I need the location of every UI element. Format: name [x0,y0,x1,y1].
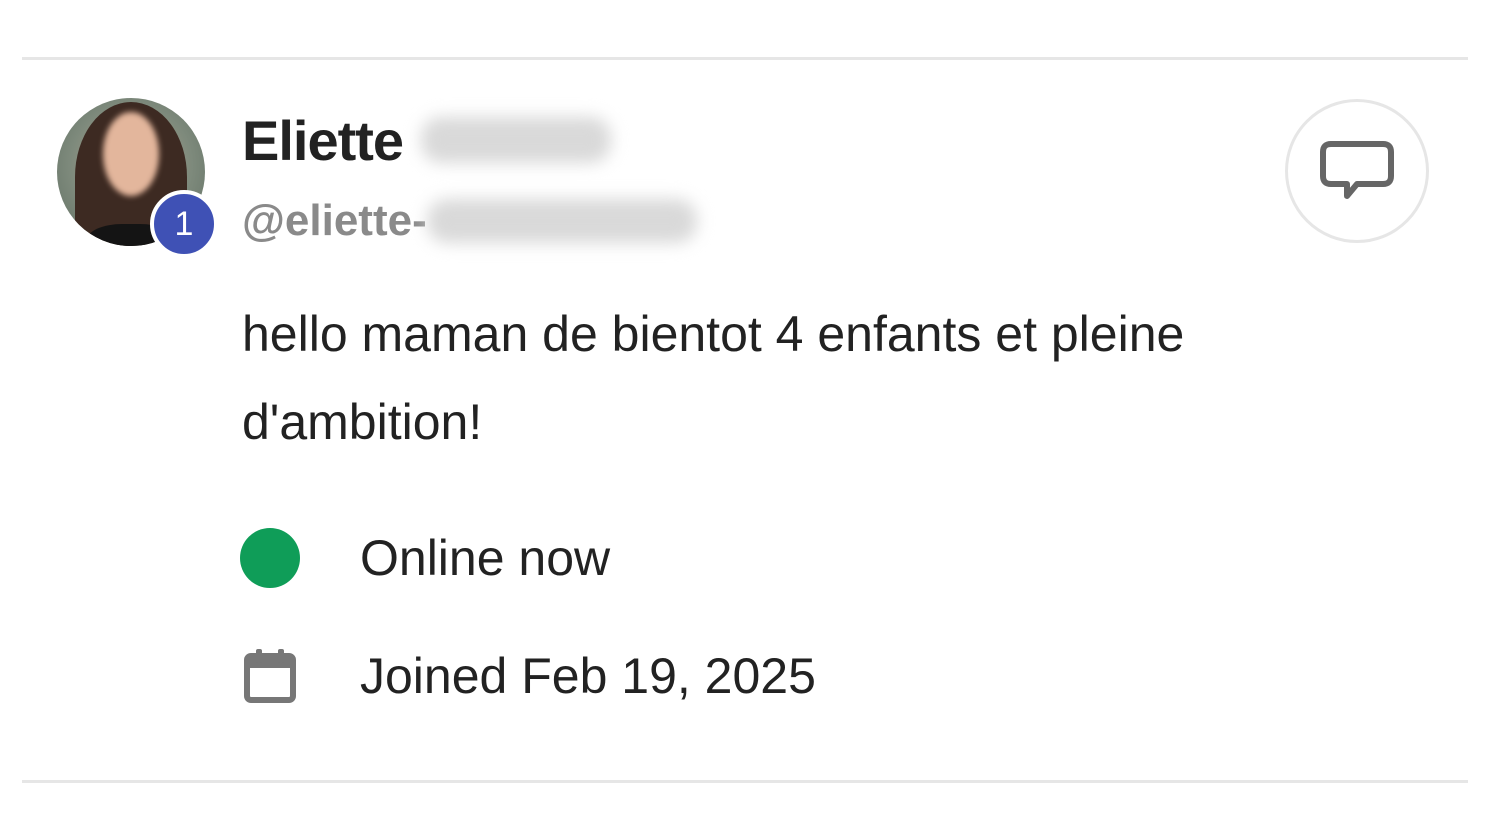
handle-row: @eliette- [242,193,697,249]
notification-badge: 1 [150,190,218,258]
calendar-icon [240,646,300,706]
username-handle: @eliette- [242,196,427,245]
online-status-text: Online now [360,530,611,586]
bottom-divider [22,780,1468,783]
name-row: Eliette [242,108,612,172]
profile-bio: hello maman de bientot 4 enfants et plei… [242,306,1185,450]
top-divider [22,57,1468,60]
joined-date-text: Joined Feb 19, 2025 [360,648,816,704]
message-button[interactable] [1285,99,1429,243]
redacted-handle [426,199,697,243]
message-bubble-icon [1320,141,1394,199]
redacted-surname [421,117,612,163]
joined-date-row: Joined Feb 19, 2025 [240,643,816,709]
online-status-row: Online now [240,525,610,591]
display-name: Eliette [242,108,404,172]
online-status-dot-icon [240,528,300,588]
